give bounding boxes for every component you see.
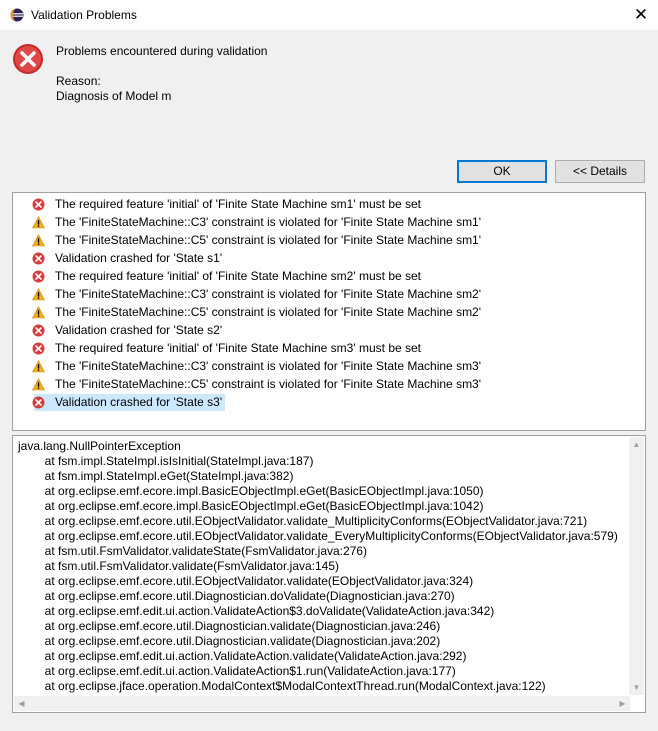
stack-trace-line: at org.eclipse.emf.edit.ui.action.Valida… — [18, 664, 456, 678]
scroll-left-icon[interactable]: ◀ — [14, 696, 29, 711]
stack-trace-line: at org.eclipse.emf.ecore.util.EObjectVal… — [18, 574, 474, 588]
error-icon — [32, 198, 45, 211]
stack-trace-line: at org.eclipse.emf.ecore.util.Diagnostic… — [18, 619, 441, 633]
list-item[interactable]: The 'FiniteStateMachine::C3' constraint … — [32, 214, 484, 231]
list-item[interactable]: The 'FiniteStateMachine::C5' constraint … — [32, 304, 484, 321]
stack-trace-line: at org.eclipse.emf.ecore.util.EObjectVal… — [18, 514, 588, 528]
stack-trace-line: at fsm.impl.StateImpl.eGet(StateImpl.jav… — [18, 469, 294, 483]
error-icon — [32, 342, 45, 355]
stack-trace-line: at org.eclipse.emf.ecore.impl.BasicEObje… — [18, 499, 484, 513]
list-item[interactable]: The required feature 'initial' of 'Finit… — [32, 268, 424, 285]
list-item[interactable]: The 'FiniteStateMachine::C5' constraint … — [32, 376, 484, 393]
horizontal-scrollbar[interactable]: ◀ ▶ — [14, 696, 630, 711]
eclipse-icon — [10, 8, 24, 22]
list-item[interactable]: The 'FiniteStateMachine::C5' constraint … — [32, 232, 484, 249]
list-item-label: The required feature 'initial' of 'Finit… — [55, 269, 422, 283]
list-item-label: The 'FiniteStateMachine::C5' constraint … — [55, 233, 482, 247]
list-item-label: The 'FiniteStateMachine::C3' constraint … — [55, 359, 482, 373]
error-icon — [32, 396, 45, 409]
stack-trace-text[interactable]: at org.eclipse.jface.operation.ModalCont… — [12, 435, 646, 713]
stack-trace-line: at org.eclipse.emf.ecore.util.Diagnostic… — [18, 589, 455, 603]
list-item-label: Validation crashed for 'State s2' — [55, 323, 223, 337]
list-item-label: The required feature 'initial' of 'Finit… — [55, 197, 422, 211]
reason-value: Diagnosis of Model m — [56, 89, 172, 103]
warning-icon — [32, 216, 45, 229]
stack-trace-line: at org.eclipse.emf.ecore.impl.BasicEObje… — [18, 484, 484, 498]
stack-trace-line: at org.eclipse.emf.ecore.util.Diagnostic… — [18, 634, 441, 648]
warning-icon — [32, 306, 45, 319]
list-item[interactable]: The required feature 'initial' of 'Finit… — [32, 340, 424, 357]
stack-trace-line: at org.eclipse.emf.edit.ui.action.Valida… — [18, 604, 495, 618]
stack-trace-line: at fsm.impl.StateImpl.isIsInitial(StateI… — [18, 454, 314, 468]
problems-list[interactable]: The required feature 'initial' of 'Finit… — [12, 192, 646, 431]
close-button[interactable]: ✕ — [630, 4, 652, 26]
background-status-text — [300, 722, 620, 731]
warning-icon — [32, 378, 45, 391]
stack-trace-line: at org.eclipse.jface.operation.ModalCont… — [18, 679, 546, 693]
list-item-label: The 'FiniteStateMachine::C3' constraint … — [55, 215, 482, 229]
error-icon — [32, 252, 45, 265]
vertical-scrollbar[interactable]: ▲ ▼ — [629, 437, 644, 695]
error-icon — [32, 324, 45, 337]
details-button[interactable]: << Details — [555, 160, 645, 183]
stack-trace-line: at fsm.util.FsmValidator.validateState(F… — [18, 544, 368, 558]
list-item-label: The 'FiniteStateMachine::C5' constraint … — [55, 377, 482, 391]
window-title: Validation Problems — [31, 8, 137, 22]
reason-label: Reason: — [56, 74, 101, 88]
title-bar: Validation Problems ✕ — [0, 0, 658, 30]
list-item[interactable]: Validation crashed for 'State s2' — [32, 322, 225, 339]
warning-icon — [32, 234, 45, 247]
stack-trace-line: java.lang.NullPointerException — [18, 439, 181, 453]
list-item[interactable]: The 'FiniteStateMachine::C3' constraint … — [32, 358, 484, 375]
list-item[interactable]: Validation crashed for 'State s3' — [32, 394, 226, 411]
list-item-label: The 'FiniteStateMachine::C5' constraint … — [55, 305, 482, 319]
scroll-down-icon[interactable]: ▼ — [629, 680, 644, 695]
warning-icon — [32, 288, 45, 301]
warning-icon — [32, 360, 45, 373]
ok-button[interactable]: OK — [457, 160, 547, 183]
stack-trace-line: at fsm.util.FsmValidator.validate(FsmVal… — [18, 559, 340, 573]
scroll-up-icon[interactable]: ▲ — [629, 437, 644, 452]
message-headline: Problems encountered during validation — [56, 44, 268, 58]
error-icon — [32, 270, 45, 283]
list-item[interactable]: The 'FiniteStateMachine::C3' constraint … — [32, 286, 484, 303]
scroll-right-icon[interactable]: ▶ — [615, 696, 630, 711]
stack-trace-line: at org.eclipse.emf.edit.ui.action.Valida… — [18, 649, 467, 663]
list-item-label: The 'FiniteStateMachine::C3' constraint … — [55, 287, 482, 301]
stack-trace-line: at org.eclipse.emf.ecore.util.EObjectVal… — [18, 529, 618, 543]
list-item-label: The required feature 'initial' of 'Finit… — [55, 341, 422, 355]
list-item[interactable]: The required feature 'initial' of 'Finit… — [32, 196, 424, 213]
list-item-label: Validation crashed for 'State s1' — [55, 251, 223, 265]
list-item[interactable]: Validation crashed for 'State s1' — [32, 250, 225, 267]
list-item-label: Validation crashed for 'State s3' — [55, 395, 223, 409]
error-icon — [13, 44, 43, 74]
